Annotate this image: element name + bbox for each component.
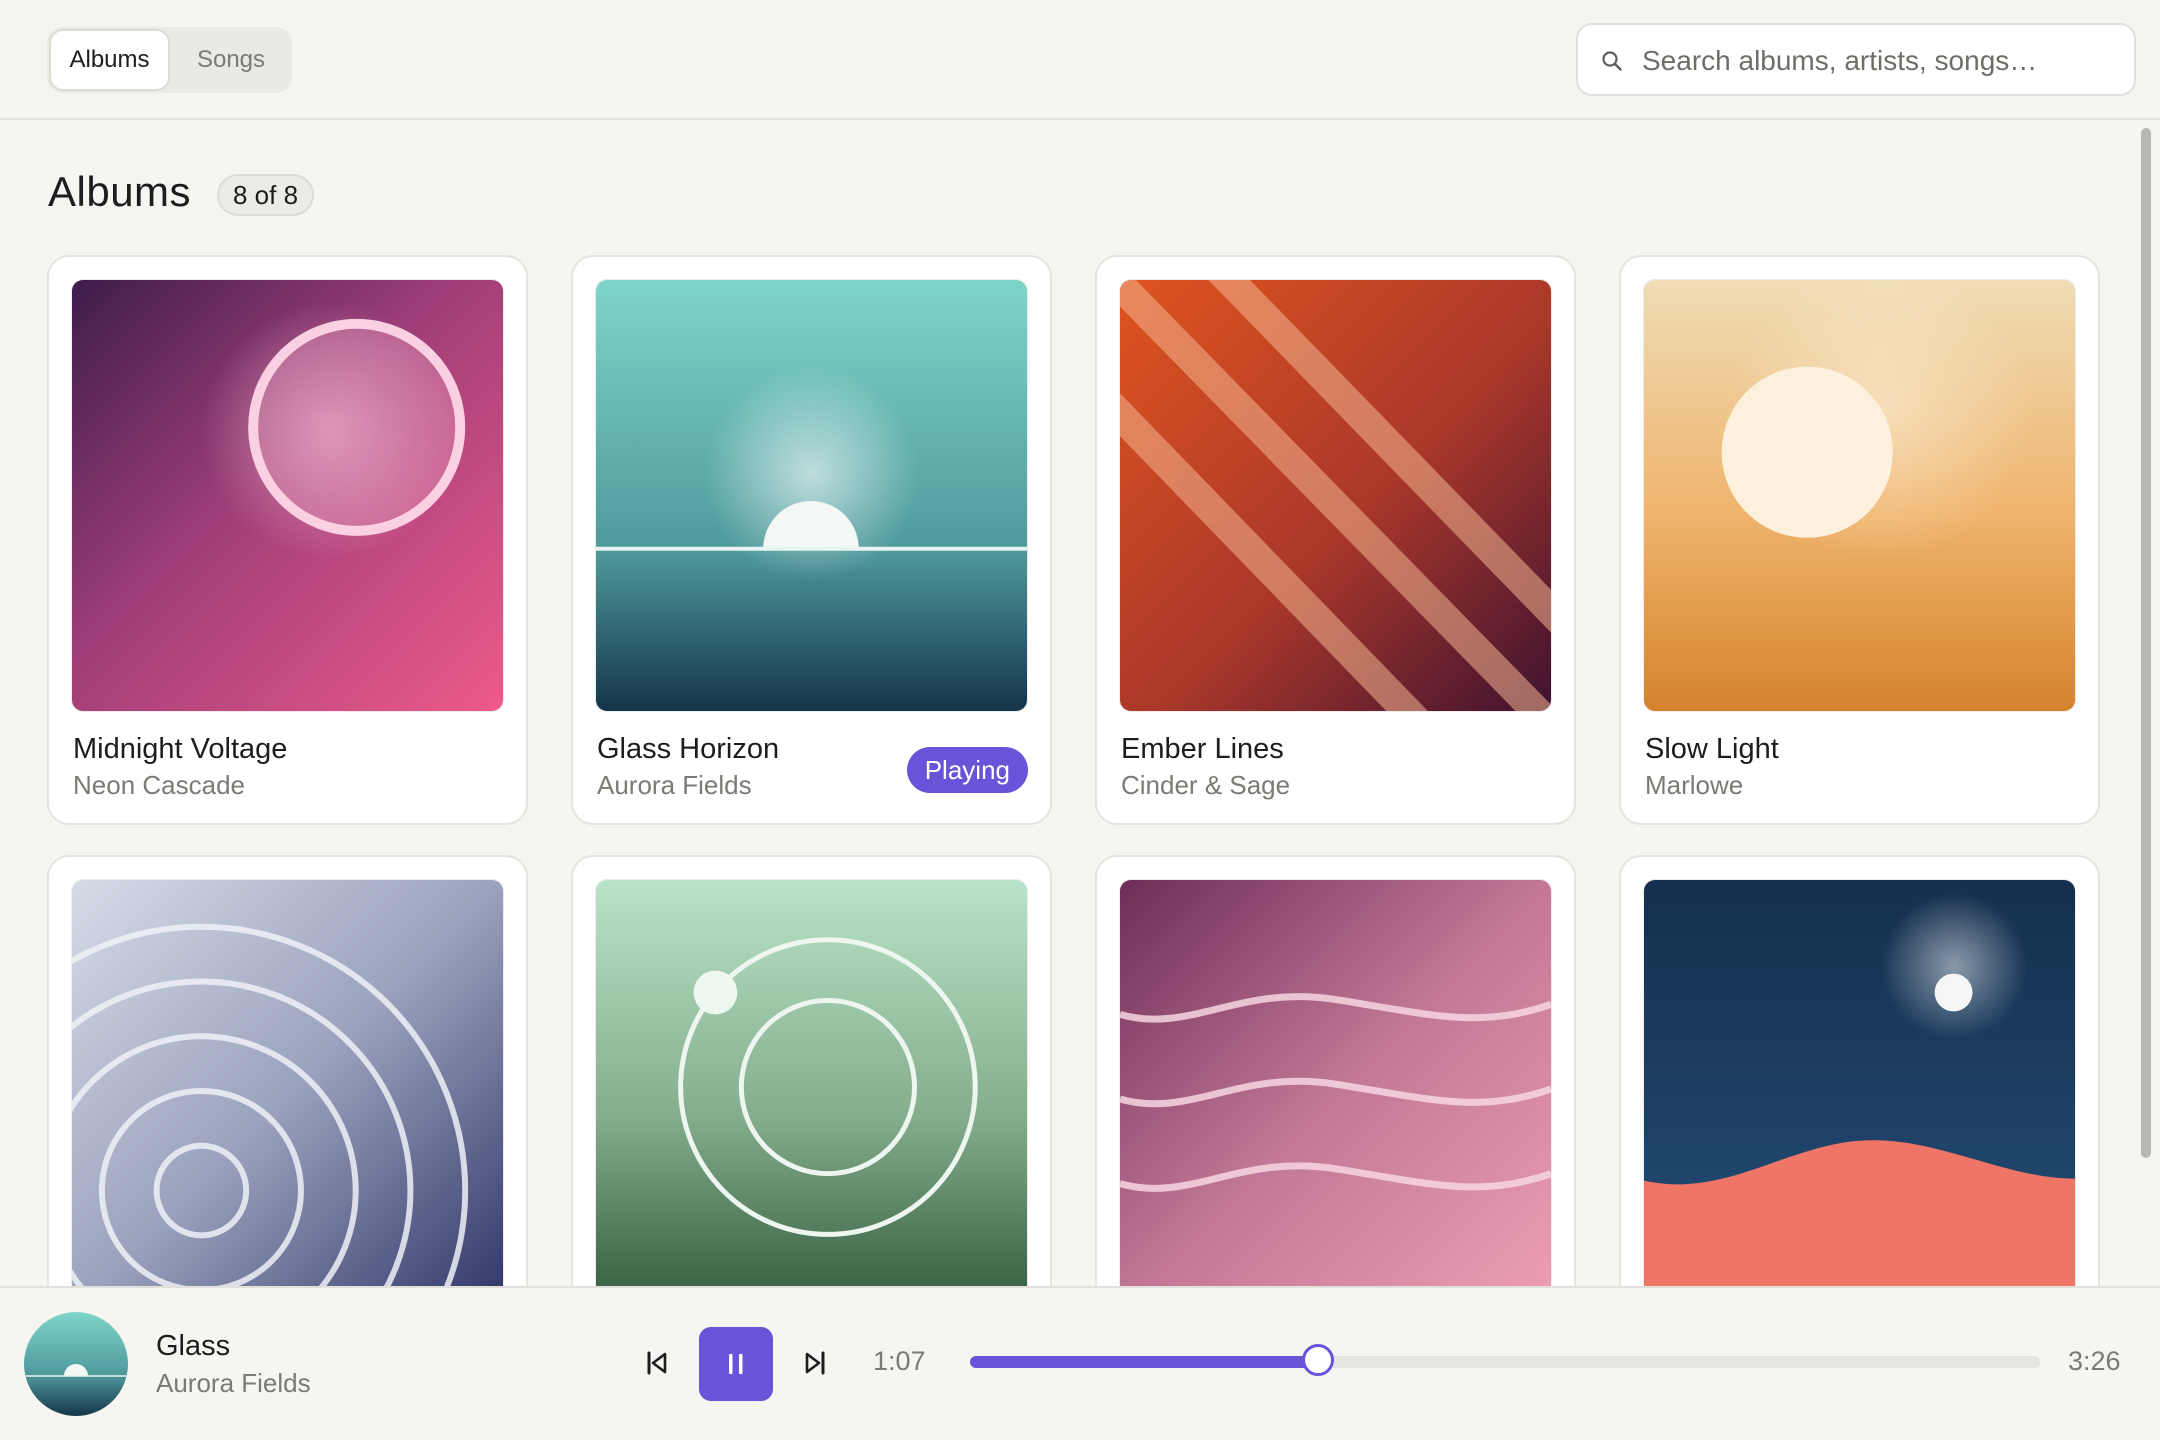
album-artist: Cinder & Sage [1121,770,1291,800]
album-cover [1119,879,1552,1312]
view-toggle: Albums Songs [47,27,292,93]
album-artist: Marlowe [1645,770,1744,800]
now-playing-artist: Aurora Fields [156,1368,311,1398]
album-cover [71,879,504,1312]
album-title: Midnight Voltage [73,733,288,765]
album-card[interactable]: Midnight Voltage Neon Cascade [47,255,528,825]
album-title: Ember Lines [1121,733,1284,765]
now-playing-title: Glass [156,1330,231,1362]
album-count-badge: 8 of 8 [217,174,315,216]
skip-forward-icon [805,1351,825,1375]
album-card[interactable]: Slow Light Marlowe [1619,255,2100,825]
elapsed-time: 1:07 [873,1346,926,1376]
scrollbar-thumb[interactable] [2141,128,2151,1158]
pause-button[interactable] [699,1327,773,1401]
album-card[interactable]: Glass Horizon Aurora Fields Playing [571,255,1052,825]
now-playing-badge: Playing [906,747,1028,793]
album-cover [1643,279,2076,712]
tab-songs[interactable]: Songs [172,29,290,91]
progress-fill [970,1356,1318,1368]
search-box[interactable] [1576,23,2136,96]
next-button[interactable] [796,1338,834,1388]
album-cover [595,879,1028,1312]
album-cover [595,279,1028,712]
album-cover [71,279,504,712]
album-cover [1643,879,2076,1312]
album-artist: Aurora Fields [597,770,752,800]
top-bar: Albums Songs [0,0,2160,120]
tab-albums[interactable]: Albums [49,29,170,91]
search-input[interactable] [1640,25,2114,96]
total-time: 3:26 [2068,1346,2121,1376]
album-cover [1119,279,1552,712]
skip-back-icon [647,1351,667,1375]
pause-icon [729,1354,743,1374]
album-title: Slow Light [1645,733,1779,765]
progress-bar[interactable] [970,1344,2040,1376]
page-title: Albums [48,168,192,215]
album-artist: Neon Cascade [73,770,245,800]
search-icon [1602,51,1622,71]
previous-button[interactable] [638,1338,676,1388]
progress-handle[interactable] [1301,1344,1334,1376]
album-title: Glass Horizon [597,733,780,765]
album-card[interactable]: Ember Lines Cinder & Sage [1095,255,1576,825]
now-playing-bar: Glass Aurora Fields 1:07 3:26 [0,1286,2160,1440]
now-playing-cover [24,1312,128,1416]
